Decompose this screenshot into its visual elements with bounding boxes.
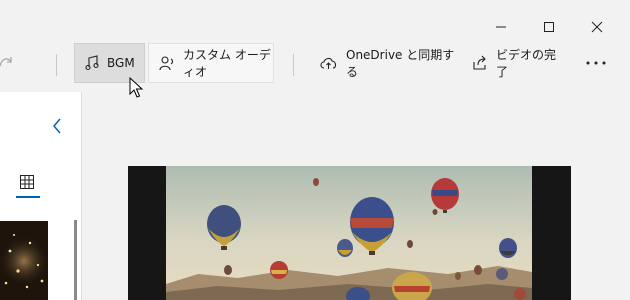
maximize-icon [544, 22, 554, 32]
collapse-panel-button[interactable] [50, 116, 70, 140]
grid-view-tab[interactable] [16, 174, 40, 200]
mouse-cursor-icon [129, 77, 144, 98]
project-library-panel [0, 92, 82, 300]
share-export-icon [472, 55, 488, 71]
onedrive-sync-label: OneDrive と同期する [346, 48, 455, 79]
toolbar-separator [56, 54, 57, 76]
onedrive-sync-button[interactable]: OneDrive と同期する [320, 43, 455, 83]
custom-audio-button[interactable]: カスタム オーディオ [148, 43, 274, 83]
selected-tab-underline [16, 196, 40, 198]
cloud-upload-icon [320, 56, 338, 70]
video-preview[interactable] [128, 166, 571, 300]
grid-icon [20, 175, 34, 189]
more-icon [586, 61, 606, 65]
music-note-icon [85, 55, 99, 71]
close-icon [591, 21, 603, 33]
chevron-left-icon [53, 118, 61, 134]
minimize-icon [496, 26, 506, 28]
bgm-label: BGM [107, 56, 135, 70]
more-options-button[interactable] [583, 43, 609, 83]
custom-audio-label: カスタム オーディオ [183, 48, 271, 79]
toolbar-separator-2 [293, 54, 294, 76]
hot-air-balloons-photo [128, 166, 571, 300]
media-thumbnail[interactable] [0, 221, 48, 300]
night-lights-thumbnail [0, 221, 48, 300]
panel-scrollbar[interactable] [74, 220, 77, 300]
redo-button[interactable] [0, 52, 18, 76]
finish-video-label: ビデオの完了 [496, 48, 557, 79]
voice-person-icon [159, 55, 175, 71]
redo-icon [0, 57, 12, 67]
finish-video-button[interactable]: ビデオの完了 [472, 43, 564, 83]
